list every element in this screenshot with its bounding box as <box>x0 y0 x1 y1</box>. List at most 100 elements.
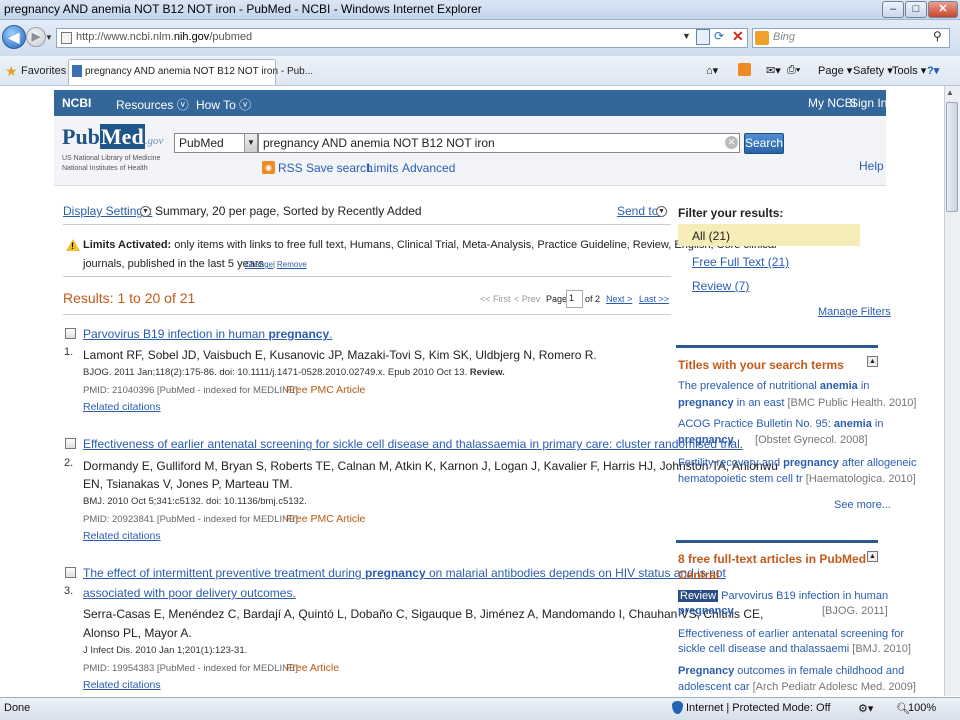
free-article-item[interactable]: Effectiveness of earlier antenatal scree… <box>678 628 904 640</box>
help-link[interactable]: Help <box>859 159 884 173</box>
myncbi-link[interactable]: My NCBI <box>808 96 856 110</box>
free-article-item-cont[interactable]: adolescent car [Arch Pediatr Adolesc Med… <box>678 681 916 693</box>
results-count: Results: 1 to 20 of 21 <box>63 290 196 306</box>
result-citation: BJOG. 2011 Jan;118(2):175-86. doi: 10.11… <box>83 367 505 378</box>
home-icon[interactable]: ⌂▾ <box>706 64 718 77</box>
advanced-link[interactable]: Advanced <box>402 161 455 175</box>
resources-menu[interactable]: Resources ⓥ <box>116 96 189 113</box>
window-title: pregnancy AND anemia NOT B12 NOT iron - … <box>4 2 482 16</box>
compatibility-icon[interactable] <box>696 29 710 45</box>
result-title-link[interactable]: Effectiveness of earlier antenatal scree… <box>83 437 743 451</box>
limits-link[interactable]: Limits <box>367 161 398 175</box>
pubmed-logo[interactable]: PubMed.gov <box>62 124 163 150</box>
forward-button[interactable]: ▶ <box>26 27 46 47</box>
collapse-icon[interactable]: ▲ <box>867 356 878 367</box>
mail-icon[interactable]: ✉▾ <box>766 64 781 77</box>
titles-item[interactable]: Fertility recovery and pregnancy after a… <box>678 457 916 469</box>
result-authors-cont: EN, Tsianakas V, Jones P, Marteau TM. <box>83 477 293 491</box>
display-settings-link[interactable]: Display Settings: <box>63 204 152 218</box>
free-article-link[interactable]: Free PMC Article <box>286 384 365 396</box>
separator: | <box>273 260 276 269</box>
result-checkbox[interactable] <box>65 567 76 578</box>
protected-mode-icon[interactable]: ⚙▾ <box>858 702 873 715</box>
result-checkbox[interactable] <box>65 328 76 339</box>
free-article-item[interactable]: Pregnancy outcomes in female childhood a… <box>678 665 904 677</box>
next-page-link[interactable]: Next > <box>606 294 632 304</box>
save-search-link[interactable]: Save search <box>306 161 373 175</box>
filter-free-full-text[interactable]: Free Full Text (21) <box>692 255 789 269</box>
help-menu[interactable]: ?▾ <box>927 64 939 77</box>
related-citations-link[interactable]: Related citations <box>83 401 161 413</box>
see-more-link[interactable]: See more... <box>834 499 891 511</box>
address-dropdown-icon[interactable]: ▼ <box>682 31 691 41</box>
search-icon[interactable]: ⚲ <box>933 29 942 43</box>
result-authors: Lamont RF, Sobel JD, Vaisbuch E, Kusanov… <box>83 348 597 362</box>
print-icon[interactable]: ⎙▾ <box>787 64 800 77</box>
chevron-down-icon[interactable]: ▼ <box>656 206 667 217</box>
send-to-link[interactable]: Send to: <box>617 204 662 218</box>
page-menu[interactable]: Page ▾ <box>818 64 852 77</box>
titles-item-cont[interactable]: pregnancy. [Obstet Gynecol. 2008] <box>678 434 868 446</box>
favorites-star-icon[interactable]: ★ <box>5 63 18 80</box>
chevron-down-icon[interactable]: ▼ <box>140 206 151 217</box>
scroll-up-icon[interactable]: ▲ <box>946 88 954 97</box>
filter-all-label[interactable]: All (21) <box>692 229 730 243</box>
titles-item-cont[interactable]: pregnancy in an east [BMC Public Health.… <box>678 397 916 409</box>
search-button[interactable]: Search <box>744 133 784 154</box>
result-title-link[interactable]: The effect of intermittent preventive tr… <box>83 566 726 580</box>
collapse-icon[interactable]: ▲ <box>867 551 878 562</box>
titles-item-cont[interactable]: hematopoietic stem cell tr [Haematologic… <box>678 473 916 485</box>
rss-icon[interactable]: ◉ <box>262 161 275 174</box>
favorites-button[interactable]: Favorites <box>21 65 66 77</box>
free-article-item[interactable]: Review Parvovirus B19 infection in human <box>678 590 888 602</box>
ncbi-logo[interactable]: NCBI <box>62 96 91 110</box>
chevron-down-icon[interactable]: ▼ <box>244 134 257 152</box>
clear-icon[interactable]: ✕ <box>725 136 738 149</box>
filter-review[interactable]: Review (7) <box>692 279 749 293</box>
result-citation: J Infect Dis. 2010 Jan 1;201(1):123-31. <box>83 645 248 656</box>
last-page-link[interactable]: Last >> <box>639 294 669 304</box>
free-article-link[interactable]: Free PMC Article <box>286 513 365 525</box>
result-number: 3. <box>64 585 74 597</box>
free-article-item-cont[interactable]: sickle cell disease and thalassaemi [BMJ… <box>678 643 911 655</box>
result-title-link-cont[interactable]: associated with poor delivery outcomes. <box>83 586 296 600</box>
warning-icon-mark: ! <box>71 241 74 251</box>
remove-limits-link[interactable]: Remove <box>277 260 307 269</box>
divider <box>63 314 671 315</box>
related-citations-link[interactable]: Related citations <box>83 679 161 691</box>
stop-icon[interactable]: ✕ <box>732 28 744 45</box>
howto-menu[interactable]: How To ⓥ <box>196 96 251 113</box>
tab-title[interactable]: pregnancy AND anemia NOT B12 NOT iron - … <box>85 66 313 77</box>
scrollbar-thumb[interactable] <box>946 102 958 212</box>
minimize-button[interactable]: – <box>882 1 904 18</box>
divider <box>63 224 671 225</box>
security-zone[interactable]: Internet | Protected Mode: Off <box>686 702 831 714</box>
free-article-link[interactable]: Free Article <box>286 662 339 674</box>
back-button[interactable]: ◀ <box>2 25 26 49</box>
status-text: Done <box>4 702 31 714</box>
query-input[interactable]: pregnancy AND anemia NOT B12 NOT iron <box>258 133 740 153</box>
change-limits-link[interactable]: Change <box>245 260 273 269</box>
free-article-item-cont[interactable]: pregnancy. <box>678 605 737 617</box>
related-citations-link[interactable]: Related citations <box>83 530 161 542</box>
feeds-icon[interactable] <box>738 63 751 76</box>
address-url[interactable]: http://www.ncbi.nlm.nih.gov/pubmed <box>76 31 252 43</box>
titles-item[interactable]: ACOG Practice Bulletin No. 95: anemia in <box>678 418 883 430</box>
page-number-input[interactable]: 1 <box>566 290 583 308</box>
zoom-level[interactable]: 100% <box>908 702 936 714</box>
tools-menu[interactable]: Tools ▾ <box>892 64 926 77</box>
safety-menu[interactable]: Safety ▾ <box>853 64 893 77</box>
maximize-button[interactable]: □ <box>905 1 927 18</box>
result-title-link[interactable]: Parvovirus B19 infection in human pregna… <box>83 327 332 341</box>
history-dropdown-icon[interactable]: ▼ <box>45 33 53 42</box>
manage-filters-link[interactable]: Manage Filters <box>818 306 891 318</box>
first-page-link[interactable]: << First <box>480 294 511 304</box>
titles-heading: Titles with your search terms <box>678 358 844 372</box>
close-button[interactable]: ✕ <box>928 1 958 18</box>
signin-link[interactable]: Sign In <box>850 96 887 110</box>
rss-link[interactable]: RSS <box>278 161 303 175</box>
result-checkbox[interactable] <box>65 438 76 449</box>
prev-page-link[interactable]: < Prev <box>514 294 540 304</box>
refresh-icon[interactable]: ⟳ <box>714 29 724 43</box>
titles-item[interactable]: The prevalence of nutritional anemia in <box>678 380 869 392</box>
